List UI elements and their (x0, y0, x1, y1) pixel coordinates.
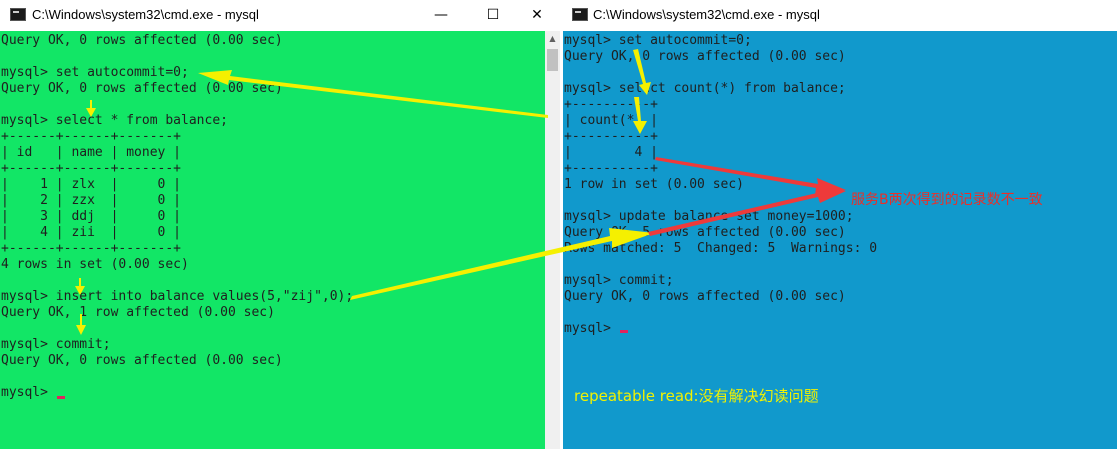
console-line: 4 rows in set (0.00 sec) (1, 257, 189, 272)
console-line: Query OK, 0 rows affected (0.00 sec) (1, 81, 283, 96)
left-console-output: Query OK, 0 rows affected (0.00 sec) mys… (1, 33, 353, 401)
console-line: | count(*) | (564, 113, 658, 128)
left-text-cursor (57, 396, 65, 399)
cmd-icon (10, 8, 26, 21)
console-line: Query OK, 5 rows affected (0.00 sec) (564, 225, 846, 240)
maximize-button[interactable]: ☐ (470, 0, 516, 31)
console-line: mysql> insert into balance values(5,"zij… (1, 289, 354, 304)
console-line: +------+------+-------+ (1, 241, 182, 256)
console-line: mysql> select count(*) from balance; (564, 81, 846, 96)
right-console-window[interactable]: C:\Windows\system32\cmd.exe - mysql mysq… (563, 0, 1117, 449)
console-line: Query OK, 0 rows affected (0.00 sec) (1, 353, 283, 368)
console-line: mysql> set autocommit=0; (564, 33, 752, 48)
scroll-up-arrow-icon[interactable]: ▲ (545, 31, 560, 47)
left-window-title: C:\Windows\system32\cmd.exe - mysql (32, 7, 259, 22)
console-line: | 3 | ddj | 0 | (1, 209, 182, 224)
console-line: | 1 | zlx | 0 | (1, 177, 182, 192)
right-console-output: mysql> set autocommit=0; Query OK, 0 row… (564, 33, 877, 337)
yellow-annotation-note: repeatable read:没有解决幻读问题 (574, 387, 819, 405)
minimize-button[interactable]: — (418, 0, 464, 31)
console-line: | id | name | money | (1, 145, 182, 160)
console-line: mysql> select * from balance; (1, 113, 228, 128)
console-line: Rows matched: 5 Changed: 5 Warnings: 0 (564, 241, 878, 256)
right-text-cursor (620, 330, 628, 333)
console-line: | 2 | zzx | 0 | (1, 193, 182, 208)
left-title-bar[interactable]: C:\Windows\system32\cmd.exe - mysql — ☐ … (0, 0, 560, 31)
console-line: Query OK, 1 row affected (0.00 sec) (1, 305, 275, 320)
console-line: +------+------+-------+ (1, 161, 182, 176)
red-annotation-note: 服务B两次得到的记录数不一致 (851, 192, 1043, 208)
console-line: 1 row in set (0.00 sec) (564, 177, 745, 192)
console-line: mysql> (564, 321, 619, 336)
console-line: Query OK, 0 rows affected (0.00 sec) (1, 33, 283, 48)
right-window-title: C:\Windows\system32\cmd.exe - mysql (593, 7, 820, 22)
console-line: mysql> commit; (1, 337, 111, 352)
cmd-icon (572, 8, 588, 21)
console-line: | 4 | (564, 145, 658, 160)
console-line: Query OK, 0 rows affected (0.00 sec) (564, 49, 846, 64)
console-line: +----------+ (564, 97, 658, 112)
console-line: Query OK, 0 rows affected (0.00 sec) (564, 289, 846, 304)
console-line: mysql> commit; (564, 273, 674, 288)
left-console-area[interactable]: Query OK, 0 rows affected (0.00 sec) mys… (0, 31, 560, 449)
left-console-window[interactable]: C:\Windows\system32\cmd.exe - mysql — ☐ … (0, 0, 560, 449)
console-line: mysql> (1, 385, 56, 400)
console-line: mysql> set autocommit=0; (1, 65, 189, 80)
scroll-thumb[interactable] (547, 49, 558, 71)
close-button[interactable]: ✕ (514, 0, 560, 31)
right-title-bar[interactable]: C:\Windows\system32\cmd.exe - mysql (563, 0, 1117, 31)
console-line: +------+------+-------+ (1, 129, 182, 144)
console-line: mysql> update balance set money=1000; (564, 209, 854, 224)
left-scrollbar[interactable]: ▲ (545, 31, 560, 449)
console-line: | 4 | zii | 0 | (1, 225, 182, 240)
console-line: +----------+ (564, 161, 658, 176)
console-line: +----------+ (564, 129, 658, 144)
